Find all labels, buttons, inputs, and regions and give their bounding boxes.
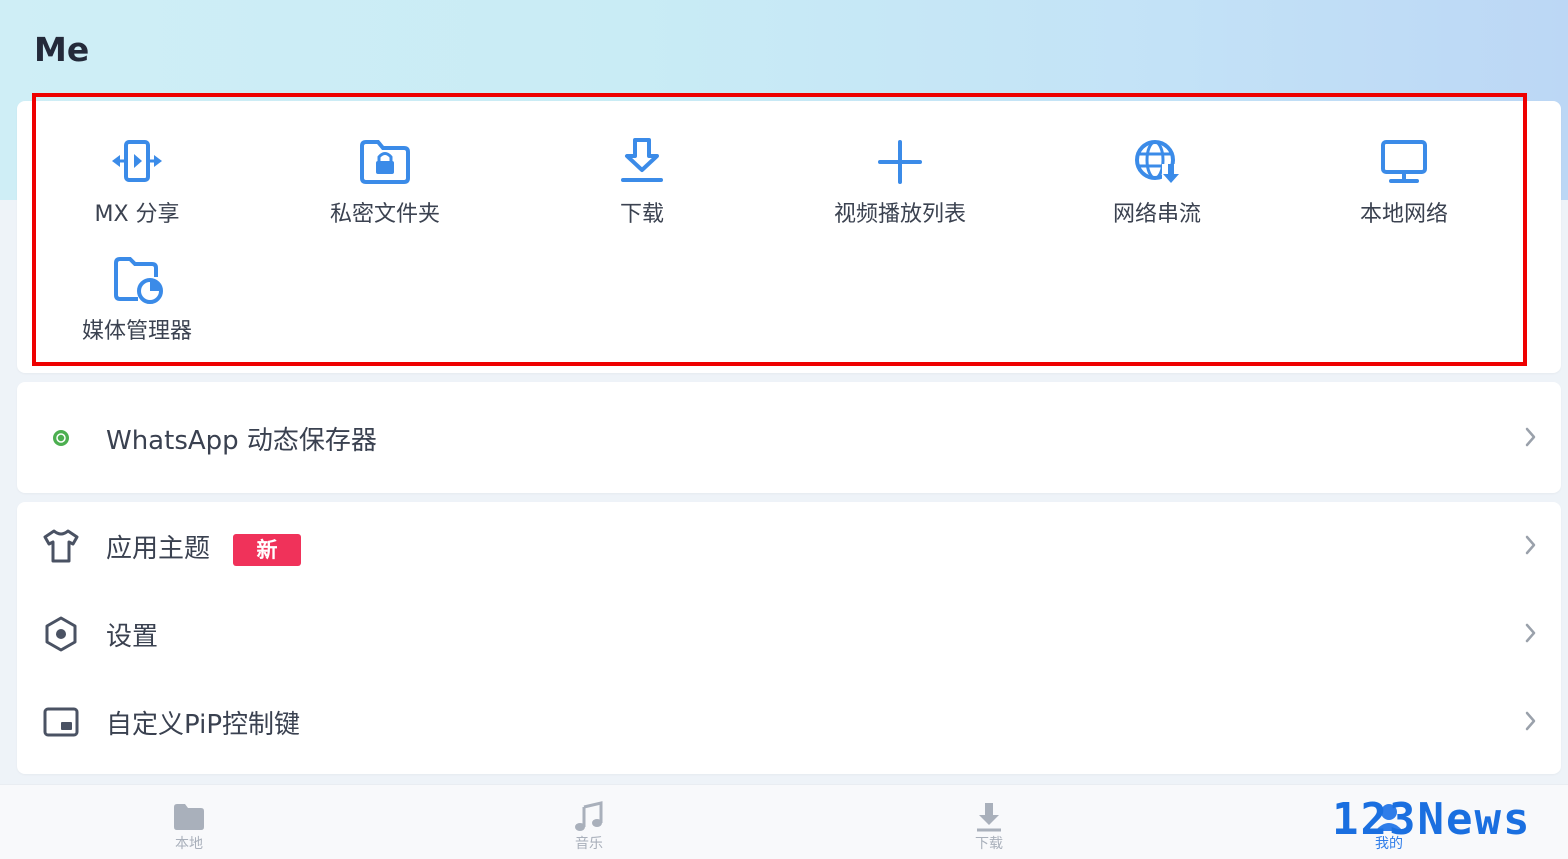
settings-icon: [45, 616, 77, 652]
tshirt-icon: [43, 529, 79, 563]
whatsapp-status-saver-row[interactable]: WhatsApp 动态保存器: [17, 398, 1561, 478]
grid-item-label: MX 分享: [94, 202, 180, 227]
page-title: Me: [34, 30, 90, 69]
grid-item-label: 媒体管理器: [81, 319, 192, 344]
custom-pip-controls-label: 自定义PiP控制键: [106, 710, 301, 740]
settings-card: 应用主题 新 设置 自定义PiP控制键: [17, 502, 1561, 774]
chevron-right-icon: [1525, 711, 1536, 731]
grid-item-network-stream[interactable]: 网络串流: [1037, 136, 1277, 246]
chevron-right-icon: [1525, 623, 1536, 643]
folder-icon: [174, 804, 204, 830]
music-icon: [575, 801, 603, 831]
nav-tab-me[interactable]: 我的: [1329, 785, 1449, 859]
grid-item-local-network[interactable]: 本地网络: [1284, 136, 1524, 246]
grid-item-label: 下载: [619, 202, 664, 227]
chevron-right-icon: [1525, 427, 1536, 447]
grid-item-mx-share[interactable]: MX 分享: [17, 136, 257, 246]
bottom-navigation: 本地 音乐 下载 我的: [0, 784, 1568, 859]
whatsapp-icon: [53, 430, 69, 446]
app-theme-row[interactable]: 应用主题 新: [17, 506, 1561, 586]
chevron-right-icon: [1525, 535, 1536, 555]
nav-tab-music[interactable]: 音乐: [529, 785, 649, 859]
grid-item-media-manager[interactable]: 媒体管理器: [17, 253, 257, 363]
grid-item-label: 网络串流: [1112, 202, 1201, 227]
whatsapp-status-saver-label: WhatsApp 动态保存器: [106, 426, 377, 456]
profile-icon: [1375, 804, 1403, 831]
mx-share-icon: [112, 140, 162, 182]
grid-item-video-playlist[interactable]: 视频播放列表: [780, 136, 1020, 246]
nav-tab-label: 本地: [175, 836, 203, 852]
download-icon: [977, 803, 1001, 832]
grid-item-label: 本地网络: [1359, 202, 1448, 227]
network-stream-icon: [1135, 140, 1180, 184]
settings-row[interactable]: 设置: [17, 594, 1561, 674]
grid-item-label: 视频播放列表: [833, 202, 966, 227]
grid-item-label: 私密文件夹: [329, 202, 440, 227]
local-network-icon: [1381, 140, 1427, 183]
new-badge: 新: [233, 534, 301, 566]
nav-tab-label: 下载: [975, 836, 1003, 852]
nav-tab-label: 音乐: [575, 836, 603, 852]
private-folder-icon: [360, 140, 410, 184]
download-icon: [621, 138, 663, 182]
tools-card: MX 分享 私密文件夹 下载 视频播放列表 网络串流 本地网络 媒体管理器: [17, 101, 1561, 373]
media-manager-icon: [114, 257, 163, 304]
grid-item-download[interactable]: 下载: [522, 136, 762, 246]
whatsapp-card: WhatsApp 动态保存器: [17, 382, 1561, 493]
nav-tab-local[interactable]: 本地: [129, 785, 249, 859]
custom-pip-controls-row[interactable]: 自定义PiP控制键: [17, 682, 1561, 762]
grid-item-private-folder[interactable]: 私密文件夹: [265, 136, 505, 246]
nav-tab-label: 我的: [1375, 836, 1403, 852]
settings-label: 设置: [106, 622, 159, 652]
pip-icon: [43, 707, 79, 737]
nav-tab-download[interactable]: 下载: [929, 785, 1049, 859]
add-playlist-icon: [878, 140, 922, 184]
app-theme-label: 应用主题: [106, 534, 211, 564]
